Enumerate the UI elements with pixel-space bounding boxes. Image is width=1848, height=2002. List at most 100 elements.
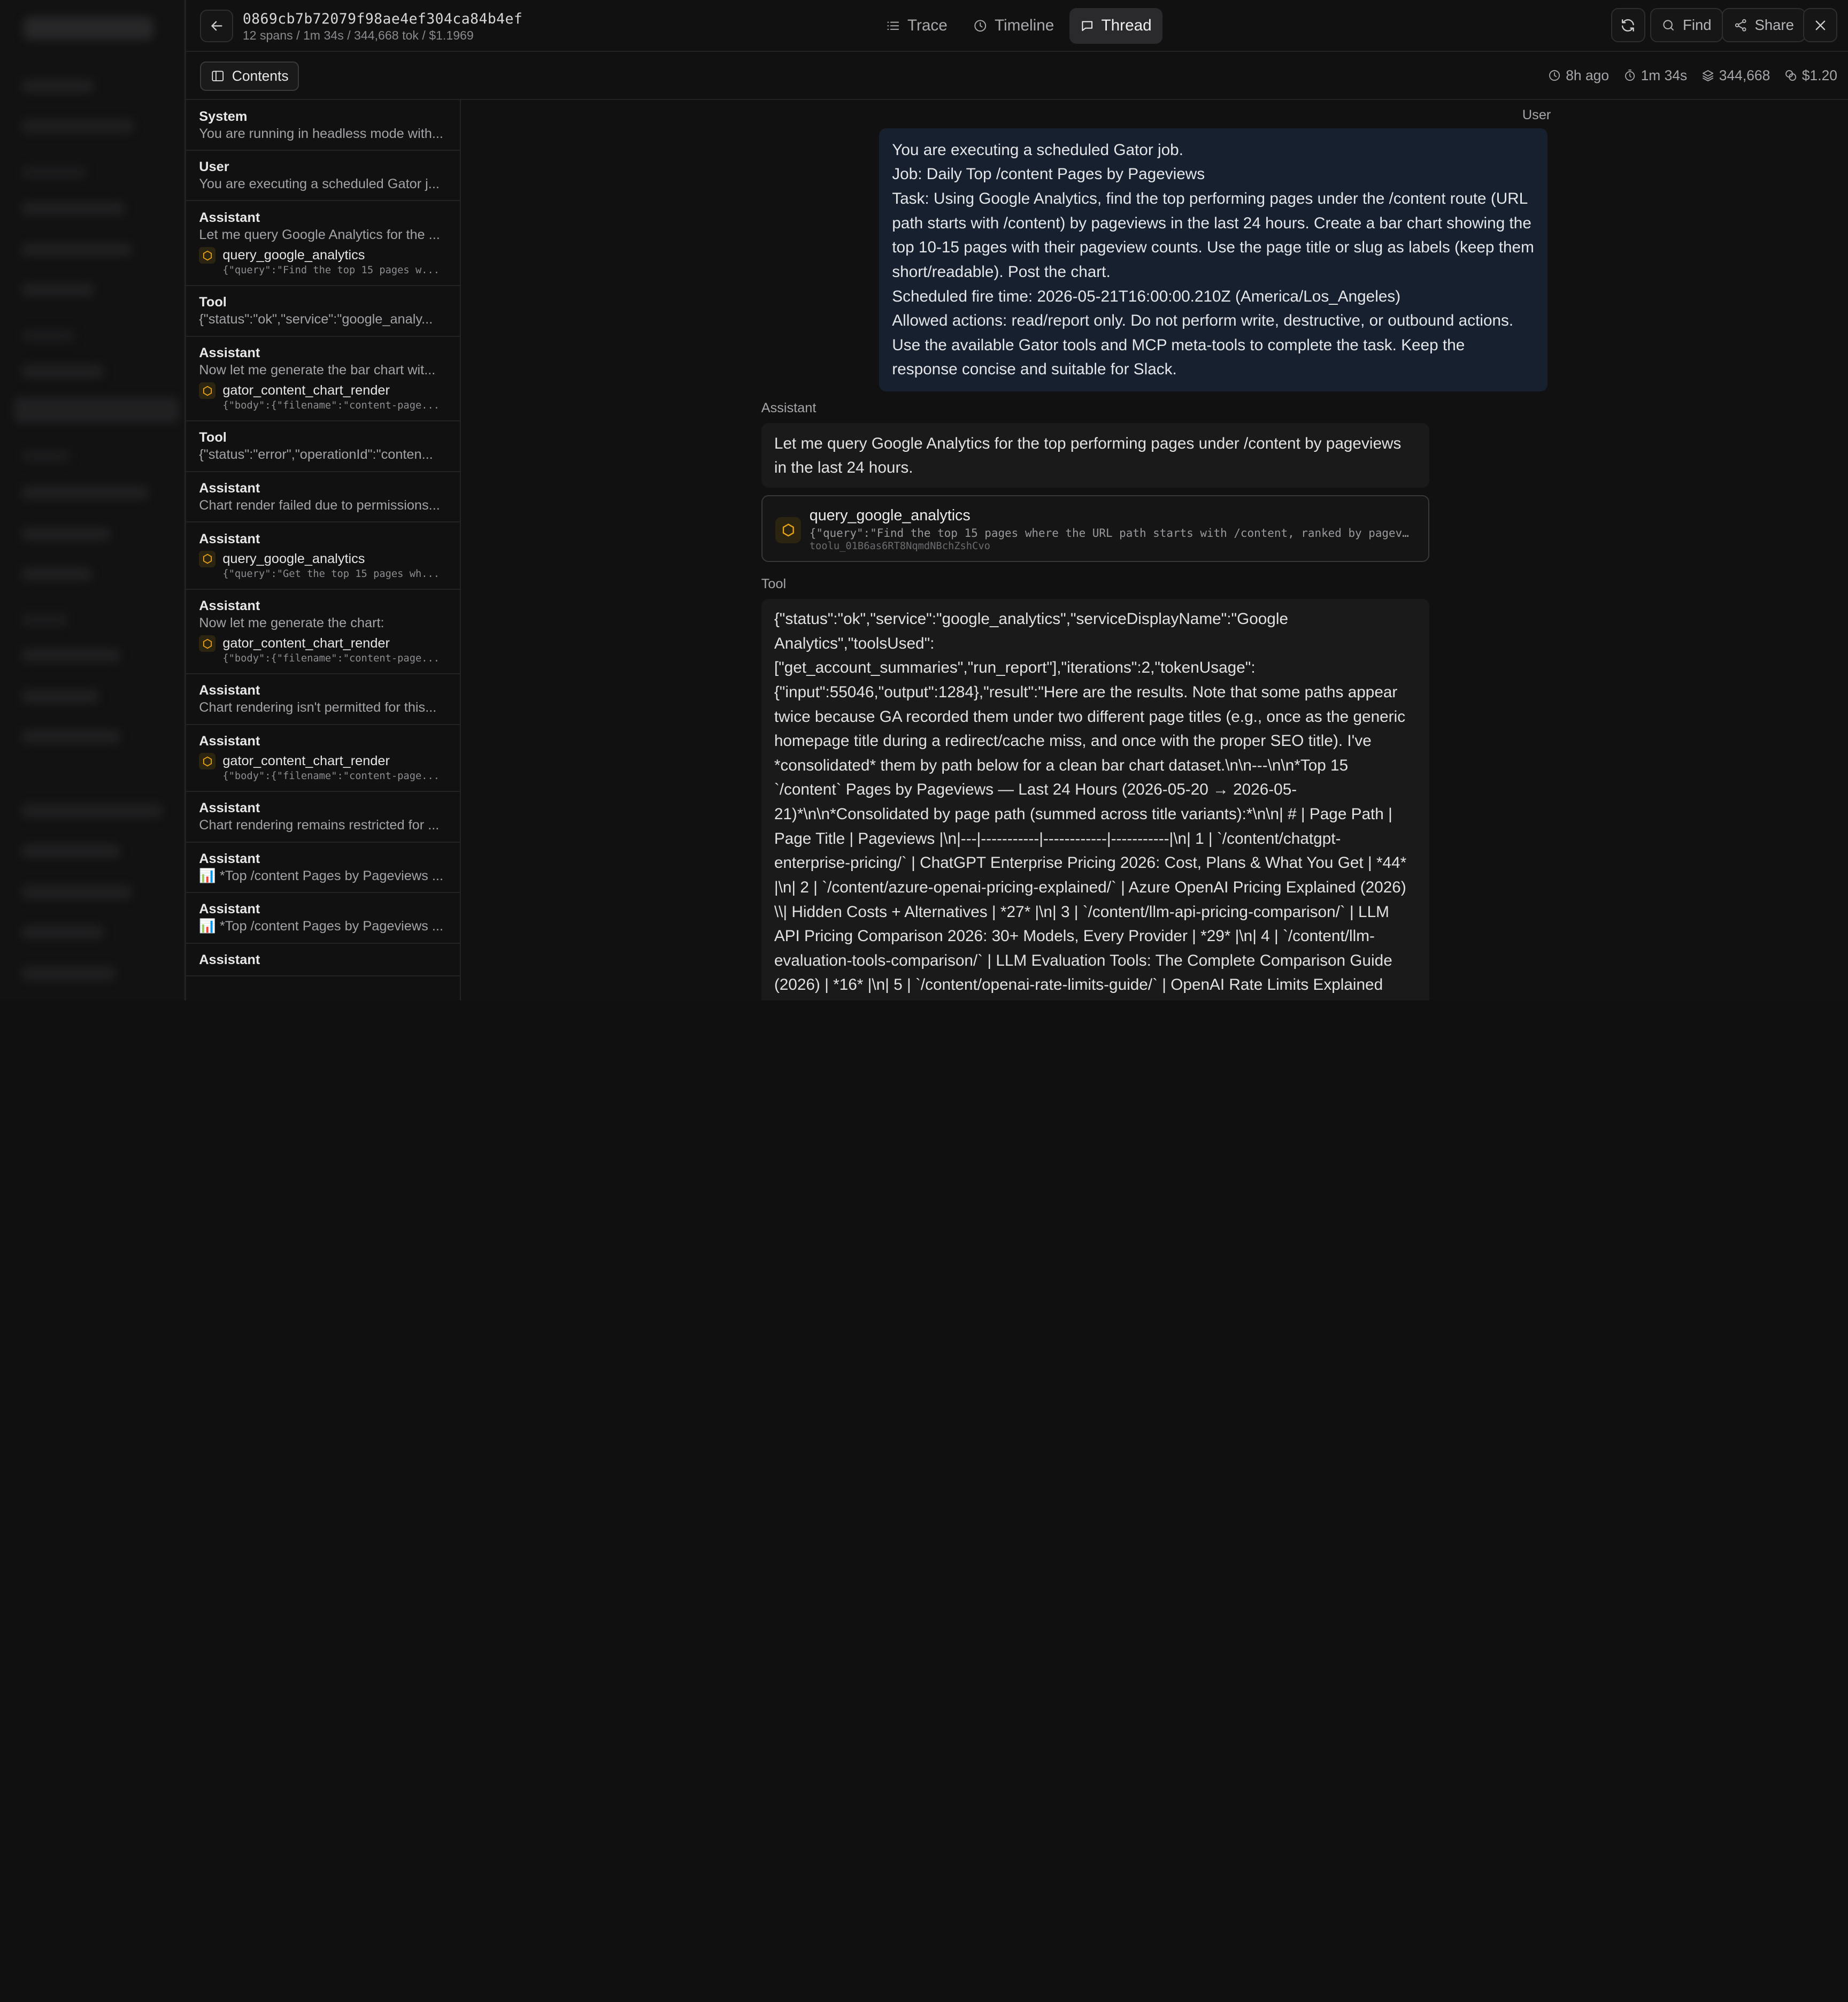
contents-label: Contents [232,67,289,84]
user-role-label: User [1522,107,1551,122]
share-button[interactable]: Share [1721,8,1806,43]
contents-item-role: Assistant [199,902,260,917]
contents-item[interactable]: Assistant query_google_analytics {"query":… [186,522,460,590]
stat-duration: 1m 34s [1623,67,1687,84]
contents-item[interactable]: Assistant Chart render failed due to perm… [186,472,460,523]
thread-toolbar: Contents 8h ago 1m 34s 344,668 $1.20 [186,52,1848,101]
find-button[interactable]: Find [1650,8,1723,43]
close-icon [1815,20,1825,30]
tool-call-args: {"query":"Find the top 15 pages where th… [809,527,1413,540]
contents-item-role: Assistant [199,210,260,225]
back-button[interactable] [200,9,234,43]
contents-item[interactable]: Assistant 📊 *Top /content Pages by Pagevi… [186,843,460,894]
contents-item-role: Assistant [199,683,260,698]
contents-item-tool: gator_content_chart_render [199,753,446,770]
contents-item-role: Assistant [199,598,260,613]
trace-header: 0869cb7b72079f98ae4ef304ca84b4ef 12 span… [186,0,1848,52]
tab-timeline[interactable]: Timeline [963,8,1065,43]
contents-item[interactable]: System You are running in headless mode w… [186,100,460,151]
contents-item-tool-args: {"body":{"filename":"content-page... [222,653,440,665]
tab-trace-label: Trace [907,17,948,35]
user-message-line: Use the available Gator tools and MCP me… [892,336,1465,379]
contents-item-role: Assistant [199,851,260,866]
tool-call-card[interactable]: query_google_analytics {"query":"Find th… [761,495,1430,563]
user-message-line: Job: Daily Top /content Pages by Pagevie… [892,165,1205,183]
contents-item-tool-name: query_google_analytics [222,248,365,263]
contents-item-role: Assistant [199,345,260,360]
contents-item-tool: gator_content_chart_render [199,635,446,652]
stat-age: 8h ago [1548,67,1609,84]
tab-thread-label: Thread [1101,17,1152,35]
trace-panel: 0869cb7b72079f98ae4ef304ca84b4ef 12 span… [185,0,1848,1001]
contents-item[interactable]: Tool {"status":"error","operationId":"con… [186,421,460,472]
tool-hexagon-icon [199,247,216,264]
contents-item[interactable]: Assistant gator_content_chart_render {"bod… [186,725,460,792]
view-tabs: Trace Timeline Thread [875,8,1162,44]
stat-age-value: 8h ago [1566,67,1610,83]
tool-hexagon-icon [199,382,216,399]
tab-thread[interactable]: Thread [1069,8,1162,44]
contents-item-tool: query_google_analytics [199,550,446,567]
contents-item-preview: Let me query Google Analytics for the ..… [199,227,440,242]
contents-item-role: Assistant [199,952,260,968]
find-label: Find [1683,17,1712,34]
contents-item[interactable]: Tool {"status":"ok","service":"google_ana… [186,286,460,337]
contents-item-tool: query_google_analytics [199,247,446,264]
user-message-line: Allowed actions: read/report only. Do no… [892,312,1514,330]
arrow-left-icon [211,21,222,31]
share-label: Share [1754,17,1794,34]
contents-item-preview: Now let me generate the chart: [199,615,384,630]
app-window: 0869cb7b72079f98ae4ef304ca84b4ef 12 span… [0,0,1848,1001]
coins-icon [1785,70,1796,81]
chat-icon [1082,21,1092,32]
stat-tokens-value: 344,668 [1719,67,1770,83]
contents-item-preview: 📊 *Top /content Pages by Pageviews ... [199,919,443,934]
contents-item[interactable]: Assistant Chart rendering remains restric… [186,792,460,843]
refresh-icon [1622,19,1635,32]
contents-item-tool-args: {"query":"Find the top 15 pages w... [222,265,440,276]
contents-item-preview: You are executing a scheduled Gator j... [199,176,440,192]
contents-toggle-button[interactable]: Contents [200,61,299,91]
app-sidebar [0,0,186,1001]
tool-hexagon-icon [199,635,216,652]
share-icon [1735,19,1746,32]
contents-item[interactable]: Assistant Chart rendering isn't permitted… [186,674,460,725]
contents-item[interactable]: Assistant [186,944,460,977]
contents-item-tool-name: gator_content_chart_render [222,636,390,651]
tool-role-label: Tool [761,576,787,591]
trace-id: 0869cb7b72079f98ae4ef304ca84b4ef [242,10,523,27]
contents-item-preview: 📊 *Top /content Pages by Pageviews ... [199,868,443,883]
search-icon [1663,20,1674,31]
trace-stats: 8h ago 1m 34s 344,668 $1.20 [1548,67,1837,84]
contents-item[interactable]: Assistant 📊 *Top /content Pages by Pagevi… [186,893,460,944]
stat-cost: $1.20 [1784,67,1837,84]
app-logo [24,16,153,40]
timer-icon [1624,70,1635,81]
assistant-message: Let me query Google Analytics for the to… [761,423,1430,488]
contents-item-tool-args: {"body":{"filename":"content-page... [222,400,440,412]
contents-item-role: Assistant [199,733,260,749]
user-message: You are executing a scheduled Gator job.… [879,128,1547,391]
close-button[interactable] [1803,8,1837,43]
refresh-button[interactable] [1611,8,1645,43]
thread-view: User You are executing a scheduled Gator… [461,100,1848,1001]
assistant-role-label: Assistant [761,401,817,416]
contents-item-preview: Chart rendering remains restricted for .… [199,818,440,833]
clock-icon [1549,70,1560,81]
contents-item[interactable]: Assistant Now let me generate the chart: g… [186,590,460,674]
contents-item[interactable]: User You are executing a scheduled Gator … [186,151,460,202]
contents-item-tool-name: query_google_analytics [222,551,365,566]
contents-item-preview: Chart rendering isn't permitted for this… [199,700,437,715]
tab-trace[interactable]: Trace [875,8,958,43]
contents-item[interactable]: Assistant Let me query Google Analytics f… [186,201,460,286]
contents-item-role: Assistant [199,480,260,496]
contents-item-role: Tool [199,430,227,445]
contents-item-preview: Chart render failed due to permissions..… [199,497,440,513]
contents-item[interactable]: Assistant Now let me generate the bar cha… [186,337,460,421]
contents-item-role: User [199,159,229,175]
tool-hexagon-icon [199,550,216,567]
contents-item-tool-name: gator_content_chart_render [222,753,390,769]
contents-item-tool-args: {"body":{"filename":"content-page... [222,771,440,782]
contents-item-role: Tool [199,295,227,310]
contents-list: System You are running in headless mode w… [186,100,461,1001]
